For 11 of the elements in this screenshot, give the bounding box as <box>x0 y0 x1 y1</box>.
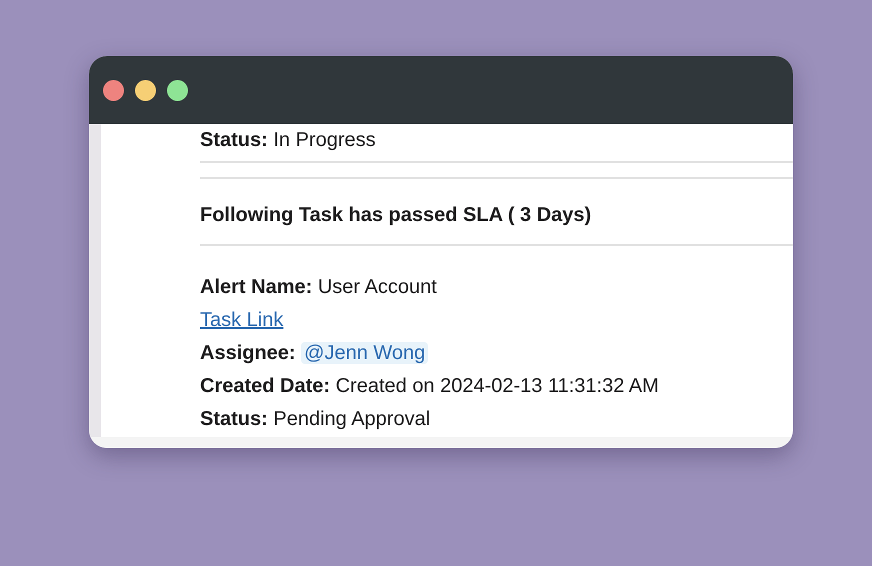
mention-link[interactable]: @Jenn Wong <box>301 342 428 364</box>
window-button[interactable] <box>135 80 156 100</box>
field-text: Created Date: Created on 2024-02-13 11:31:32 AM <box>200 374 660 399</box>
field-text: Status: Pending Approval <box>200 407 432 432</box>
task-link[interactable]: Task Link <box>200 309 284 331</box>
window-button[interactable] <box>167 80 188 100</box>
task-heading: Following Task has passed SLA ( 3 Days) <box>200 203 592 228</box>
window-button[interactable] <box>103 80 124 100</box>
field-text: Alert Name: User Account <box>200 275 438 300</box>
field-label: Assignee: <box>200 342 296 364</box>
field-text: Status: In Progress <box>200 128 377 153</box>
